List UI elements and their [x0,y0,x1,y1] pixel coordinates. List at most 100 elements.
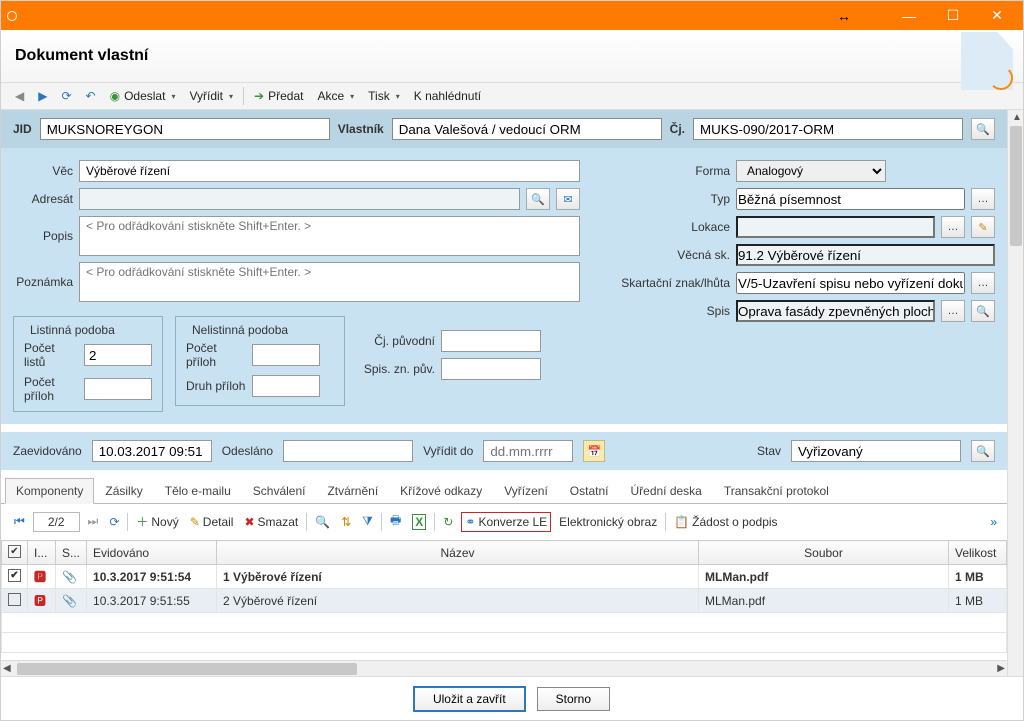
close-button[interactable]: ✕ [975,1,1019,30]
grid-overflow-button[interactable]: » [990,515,997,529]
pocet-priloh-input[interactable] [84,378,152,400]
tab-transakcni[interactable]: Transakční protokol [713,478,840,503]
stav-input[interactable] [791,440,961,462]
tab-ostatni[interactable]: Ostatní [559,478,620,503]
grid-novy-button[interactable]: ＋Nový [133,511,181,532]
grid-first-button[interactable]: ⏮ [11,512,28,531]
header-checkbox[interactable] [8,545,21,558]
minimize-button[interactable]: — [887,1,931,30]
col-evidovano[interactable]: Evidováno [87,541,217,565]
grid-sort-button[interactable]: ⇅ [338,513,354,531]
grid-konverze-button[interactable]: ⚭ Konverze LE [461,512,551,532]
adresat-search-button[interactable]: 🔍 [526,188,550,210]
grid-print-button[interactable]: 🖶 [387,509,404,534]
scroll-up-icon[interactable]: ▲ [1012,112,1022,123]
scroll-right-icon[interactable]: ▶ [997,663,1005,674]
maximize-button[interactable]: ☐ [931,1,975,30]
tab-zasilky[interactable]: Zásilky [94,478,153,503]
nav-forward-button[interactable]: ▶ [34,87,51,105]
grid-reload-button[interactable]: ↻ [440,513,456,531]
tisk-label: Tisk [368,89,390,103]
zadost-label: Žádost o podpis [692,515,777,529]
vec-input[interactable] [79,160,580,182]
tab-urednideska[interactable]: Úřední deska [619,478,712,503]
vyridit-button[interactable]: Vyřídit [185,87,237,105]
horizontal-scrollbar[interactable]: ◀ ▶ [1,660,1007,676]
predat-button[interactable]: ➔Předat [250,87,307,105]
spiszn-input[interactable] [441,358,541,380]
druh-priloh-input[interactable] [252,375,320,397]
lokace-more-button[interactable]: … [941,216,965,238]
jid-input[interactable] [40,118,330,140]
grid-find-button[interactable]: 🔍 [312,513,333,531]
typ-more-button[interactable]: … [971,188,995,210]
col-nazev[interactable]: Název [217,541,699,565]
lokace-input[interactable] [736,216,935,238]
knahlednuti-button[interactable]: K nahlédnutí [410,87,485,105]
cj-puvodni-input[interactable] [441,330,541,352]
delete-icon: ✖ [244,515,254,529]
spis-more-button[interactable]: … [941,300,965,322]
adresat-mail-button[interactable]: ✉ [556,188,580,210]
npocet-priloh-input[interactable] [252,344,320,366]
forma-select[interactable]: Analogový [736,160,886,182]
tab-komponenty[interactable]: Komponenty [5,478,94,504]
grid-smazat-button[interactable]: ✖Smazat [241,513,301,531]
first-icon: ⏮ [14,514,25,529]
lokace-edit-button[interactable]: ✎ [971,216,995,238]
cell-velikost: 1 MB [949,565,1007,589]
spis-search-button[interactable]: 🔍 [971,300,995,322]
tab-schvaleni[interactable]: Schválení [242,478,317,503]
plus-icon: ＋ [136,513,148,530]
poznamka-textarea[interactable] [79,262,580,302]
pocet-listu-input[interactable] [84,344,152,366]
cj-input[interactable] [693,118,963,140]
tab-vyrizeni[interactable]: Vyřízení [493,478,559,503]
vyritdo-calendar-button[interactable]: 📅 [583,440,605,462]
vertical-scrollbar[interactable]: ▲ ▼ [1007,110,1023,720]
grid-last-button[interactable]: ⏭ [85,512,102,531]
popis-textarea[interactable] [79,216,580,256]
cj-search-button[interactable]: 🔍 [971,118,995,140]
save-close-button[interactable]: Uložit a zavřít [414,687,525,711]
zaev-input[interactable] [92,440,212,462]
row-checkbox[interactable] [8,593,21,606]
band-gap [1,424,1007,432]
scroll-left-icon[interactable]: ◀ [3,663,11,674]
scroll-thumb[interactable] [17,663,357,675]
grid-refresh-button[interactable]: ⟳ [106,513,122,531]
col-state[interactable]: S... [56,541,87,565]
akce-button[interactable]: Akce [313,87,358,105]
typ-input[interactable] [736,188,965,210]
vyritdo-input[interactable] [483,440,573,462]
skart-input[interactable] [736,272,965,294]
tab-ztvarneni[interactable]: Ztvárnění [316,478,389,503]
skart-more-button[interactable]: … [971,272,995,294]
grid-row[interactable]: 🅿 📎 10.3.2017 9:51:54 1 Výběrové řízení … [2,565,1007,589]
tab-teloemailu[interactable]: Tělo e-mailu [154,478,242,503]
grid-eobraz-button[interactable]: Elektronický obraz [556,513,660,531]
refresh-button[interactable]: ⟳ [57,87,75,105]
grid-zadost-button[interactable]: 📋Žádost o podpis [671,513,780,531]
grid-row[interactable]: 🅿 📎 10.3.2017 9:51:55 2 Výběrové řízení … [2,589,1007,613]
col-velikost[interactable]: Velikost [949,541,1007,565]
tisk-button[interactable]: Tisk [364,87,404,105]
nav-back-button[interactable]: ◀ [11,87,28,105]
col-soubor[interactable]: Soubor [699,541,949,565]
stav-search-button[interactable]: 🔍 [971,440,995,462]
odesl-input[interactable] [283,440,413,462]
grid-detail-button[interactable]: ✎Detail [187,513,237,531]
vlastnik-input[interactable] [392,118,662,140]
grid-filter-button[interactable]: ⧩ [359,512,376,531]
col-icon[interactable]: I... [28,541,56,565]
adresat-input[interactable] [79,188,520,210]
listinna-group: Listinná podoba Počet listů Počet příloh [13,316,163,412]
tab-krizoveodkazy[interactable]: Křížové odkazy [389,478,493,503]
sort-icon: ⇅ [341,515,351,529]
storno-button[interactable]: Storno [537,687,610,711]
scroll-thumb[interactable] [1010,126,1022,246]
grid-excel-button[interactable]: X [409,512,429,532]
undo-button[interactable]: ↶ [82,87,100,105]
odeslat-button[interactable]: ◉Odeslat [106,87,180,105]
row-checkbox[interactable] [8,569,21,582]
